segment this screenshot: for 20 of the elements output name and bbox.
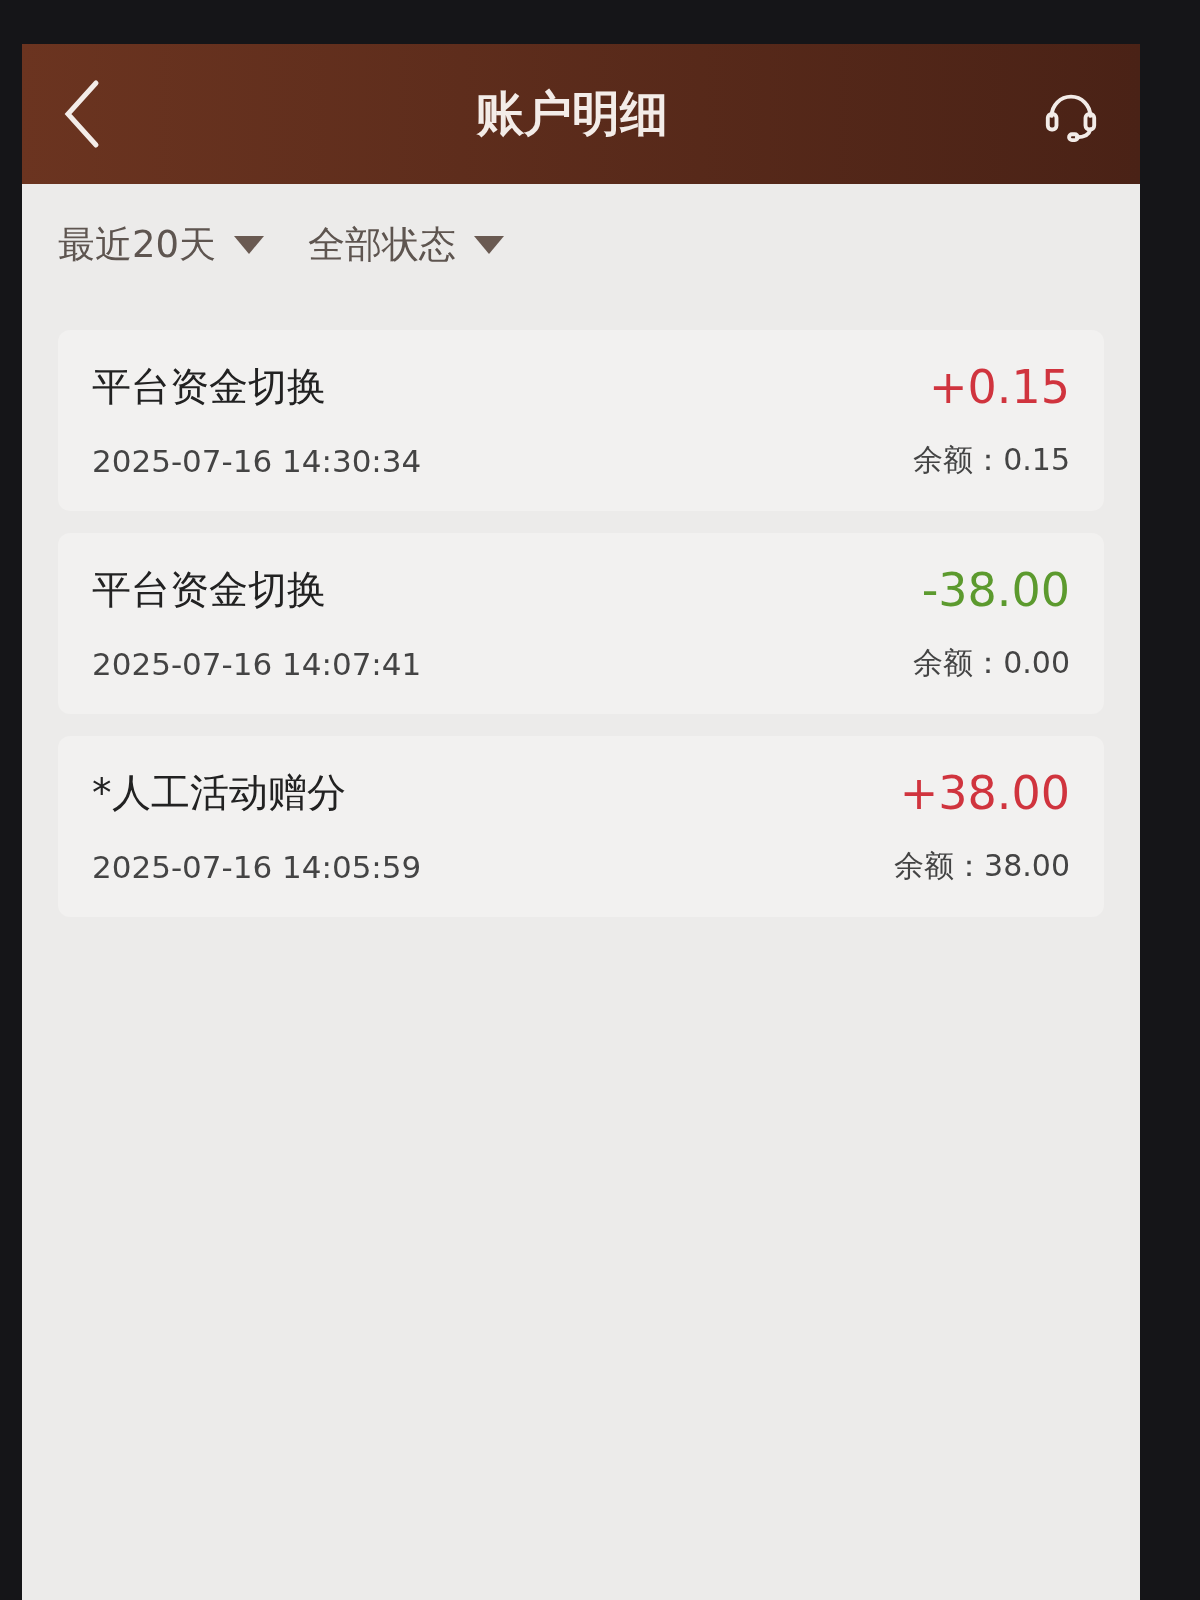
filter-dropdown[interactable]: 全部状态 xyxy=(308,220,505,270)
record-title: 平台资金切换 xyxy=(92,363,326,411)
amount: -38.00 xyxy=(921,563,1070,617)
balance-text: 余额：38.00 xyxy=(894,847,1070,885)
record-time: 2025-07-16 14:30:34 xyxy=(92,442,422,479)
record-time: 2025-07-16 14:05:59 xyxy=(92,848,422,885)
page-title: 账户明细 xyxy=(476,84,668,143)
caret-icon xyxy=(234,236,265,254)
balance-text: 余额：0.15 xyxy=(913,441,1070,479)
amount: +0.15 xyxy=(929,360,1070,414)
balance-text: 余额：0.00 xyxy=(913,644,1070,682)
record-title: 平台资金切换 xyxy=(92,566,326,614)
caret-icon xyxy=(474,236,505,254)
record-time: 2025-07-16 14:07:41 xyxy=(92,645,422,682)
filter-dropdown[interactable]: 最近20天 xyxy=(58,220,265,270)
record-card[interactable]: 平台资金切换 +0.15 2025-07-16 14:30:34 余额：0.15 xyxy=(58,330,1104,511)
record-card[interactable]: *人工活动赠分 +38.00 2025-07-16 14:05:59 余额：38.00 xyxy=(58,736,1104,917)
amount: +38.00 xyxy=(899,766,1070,820)
record-title: *人工活动赠分 xyxy=(92,769,346,817)
record-card[interactable]: 平台资金切换 -38.00 2025-07-16 14:07:41 余额：0.00 xyxy=(58,533,1104,714)
